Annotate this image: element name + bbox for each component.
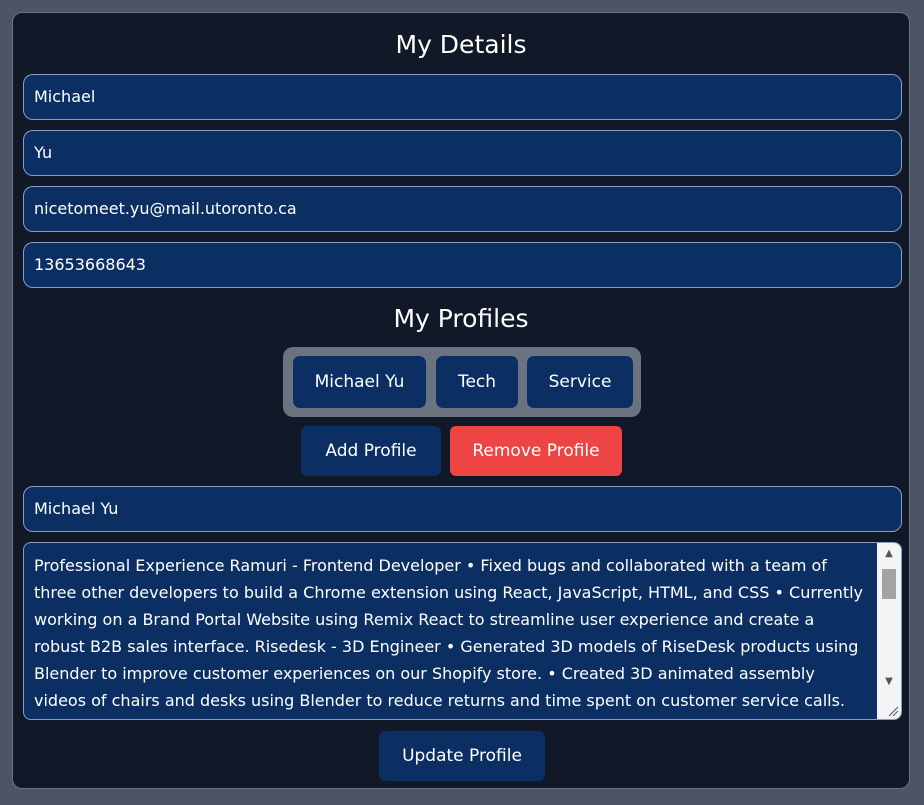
textarea-scrollbar[interactable]: ▲ ▼ (877, 543, 901, 719)
phone-input[interactable]: 13653668643 (23, 242, 902, 288)
scroll-down-icon[interactable]: ▼ (877, 673, 901, 691)
profile-text: Professional Experience Ramuri - Fronten… (34, 556, 864, 719)
details-panel: My Details Michael Yu nicetomeet.yu@mail… (12, 12, 910, 789)
profile-tabs: Michael Yu Tech Service (283, 347, 641, 417)
profile-name-input[interactable]: Michael Yu (23, 486, 902, 532)
my-profiles-heading: My Profiles (393, 304, 529, 333)
update-profile-button[interactable]: Update Profile (379, 731, 545, 781)
my-details-heading: My Details (395, 30, 527, 59)
tab-tech[interactable]: Tech (436, 356, 518, 408)
email-input[interactable]: nicetomeet.yu@mail.utoronto.ca (23, 186, 902, 232)
profile-textarea[interactable]: Professional Experience Ramuri - Fronten… (23, 542, 902, 720)
scroll-up-icon[interactable]: ▲ (877, 545, 901, 563)
first-name-input[interactable]: Michael (23, 74, 902, 120)
resize-handle-icon[interactable] (887, 705, 899, 717)
remove-profile-button[interactable]: Remove Profile (450, 426, 622, 476)
scroll-thumb[interactable] (882, 569, 896, 599)
tab-service[interactable]: Service (527, 356, 633, 408)
tab-michael-yu[interactable]: Michael Yu (293, 356, 426, 408)
add-profile-button[interactable]: Add Profile (301, 426, 441, 476)
last-name-input[interactable]: Yu (23, 130, 902, 176)
